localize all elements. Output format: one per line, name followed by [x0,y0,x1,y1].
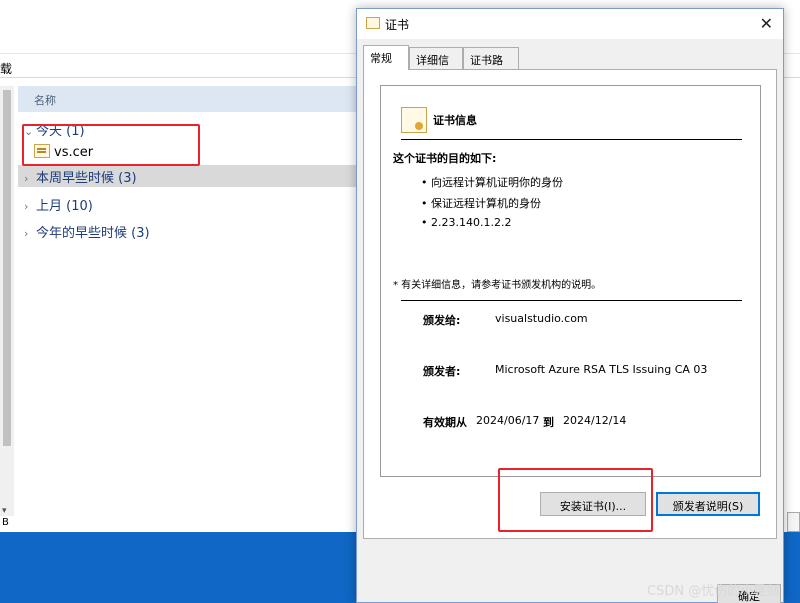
certificate-icon [401,107,427,133]
validity-label: 有效期从 [423,416,467,429]
explorer-scrollbar[interactable]: ▾ [0,86,14,516]
close-icon[interactable]: ✕ [760,14,773,33]
group-label: 上月 (10) [36,199,93,214]
scrollbar-thumb[interactable] [3,90,11,446]
group-earlier-this-week[interactable]: › 本周早些时候 (3) [24,167,137,186]
group-label: 本周早些时候 (3) [36,171,137,186]
certificate-info-box: 证书信息 这个证书的目的如下: • 向远程计算机证明你的身份 • 保证远程计算机… [380,85,761,477]
issued-by-label: 颁发者: [423,365,461,378]
chevron-right-icon: › [24,172,29,185]
column-header-name[interactable]: 名称 [18,86,358,112]
watermark-text: CSDN @忧伤的小晃剑 [647,584,780,599]
tab-general[interactable]: 常规 [363,45,409,70]
valid-to-value: 2024/12/14 [563,414,627,427]
annotation-highlight-install [498,468,653,532]
address-text: 载 [0,62,13,76]
status-text: B [2,517,9,528]
certificate-icon [366,17,380,29]
valid-to-word: 到 [543,416,554,429]
purpose-heading: 这个证书的目的如下: [393,152,497,165]
side-scroll-handle[interactable] [787,512,800,532]
divider [401,139,742,140]
column-header-label: 名称 [34,94,56,107]
tab-cert-path[interactable]: 证书路径 [463,47,519,83]
divider [401,300,742,301]
issued-by-value: Microsoft Azure RSA TLS Issuing CA 03 [495,363,708,376]
details-note: * 有关详细信息，请参考证书颁发机构的说明。 [393,280,602,291]
dialog-title: 证书 [385,18,410,32]
purpose-item: • 2.23.140.1.2.2 [421,216,512,229]
issuer-statement-button[interactable]: 颁发者说明(S) [656,492,760,516]
cert-info-title: 证书信息 [433,114,477,127]
dialog-titlebar: 证书 ✕ [357,9,783,39]
chevron-right-icon: › [24,227,29,240]
group-last-month[interactable]: › 上月 (10) [24,195,93,214]
scroll-down-icon[interactable]: ▾ [2,506,7,516]
group-label: 今年的早些时候 (3) [36,226,150,241]
issued-to-value: visualstudio.com [495,312,588,325]
purpose-item: • 向远程计算机证明你的身份 [421,176,563,189]
group-earlier-this-year[interactable]: › 今年的早些时候 (3) [24,222,150,241]
purpose-item: • 保证远程计算机的身份 [421,197,541,210]
annotation-highlight-file [22,124,200,166]
tab-details[interactable]: 详细信息 [409,47,463,83]
valid-from-value: 2024/06/17 [476,414,540,427]
chevron-right-icon: › [24,200,29,213]
issued-to-label: 颁发给: [423,314,461,327]
